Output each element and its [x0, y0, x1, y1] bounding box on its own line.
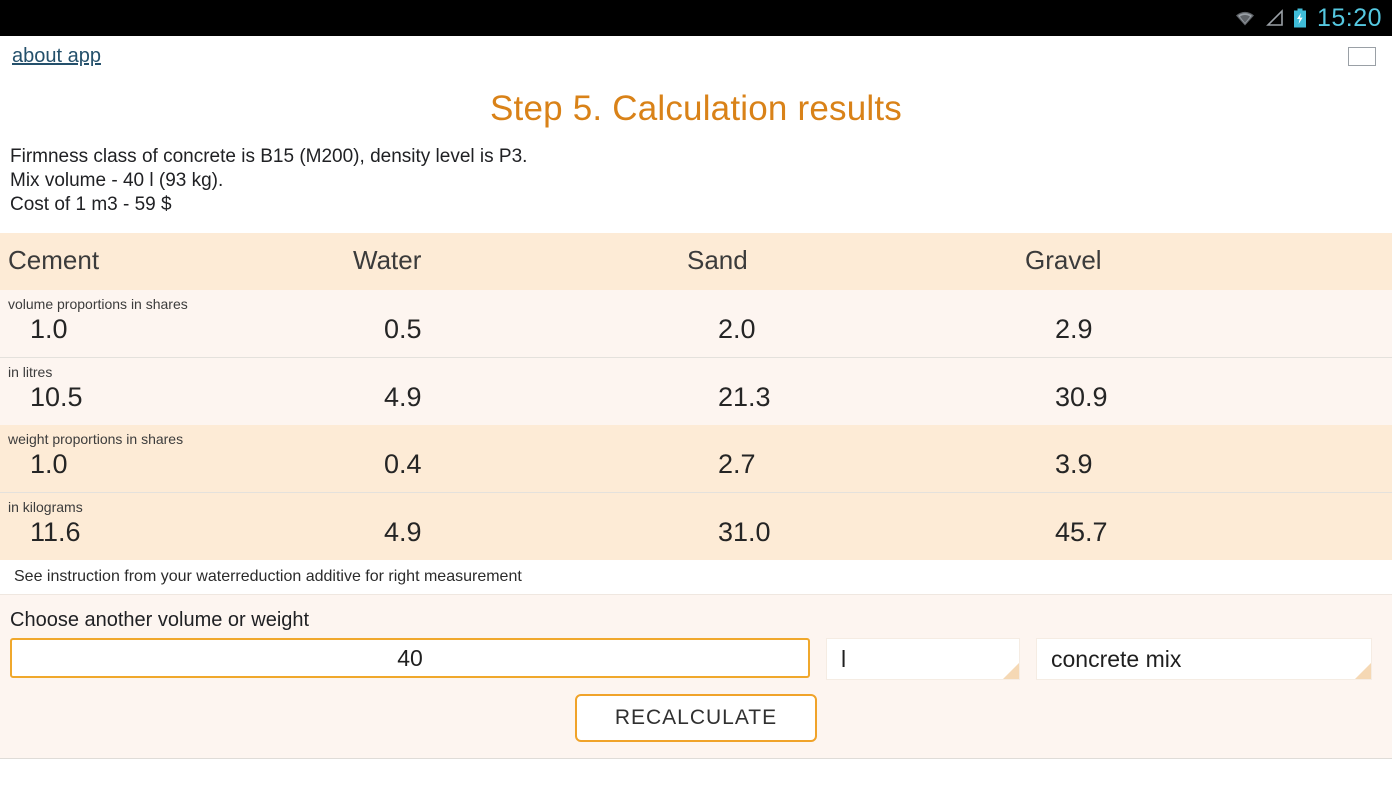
cell-gravel: 45.7 — [1055, 517, 1108, 547]
cell-water: 0.5 — [384, 314, 422, 344]
bottom-filler — [0, 759, 1392, 773]
row-label: in kilograms — [8, 499, 83, 515]
android-status-bar: 15:20 — [0, 0, 1392, 36]
row-values: 1.0 0.4 2.7 3.9 — [0, 449, 1392, 492]
page-title: Step 5. Calculation results — [489, 89, 902, 128]
results-table: Cement Water Sand Gravel volume proporti… — [0, 233, 1392, 560]
cell-water: 4.9 — [384, 517, 422, 547]
amount-input[interactable]: 40 — [10, 638, 810, 678]
table-row: in kilograms 11.6 4.9 31.0 45.7 — [0, 492, 1392, 560]
russia-flag-icon[interactable] — [1348, 46, 1376, 66]
table-row: weight proportions in shares 1.0 0.4 2.7… — [0, 425, 1392, 492]
form-label: Choose another volume or weight — [10, 609, 310, 631]
column-header-sand: Sand — [687, 245, 748, 275]
signal-icon — [1265, 9, 1285, 27]
row-values: 11.6 4.9 31.0 45.7 — [0, 517, 1392, 560]
summary-line-volume: Mix volume - 40 l (93 kg). — [10, 170, 224, 191]
material-select[interactable]: concrete mix — [1036, 638, 1372, 680]
recalculate-button[interactable]: RECALCULATE — [575, 694, 817, 742]
battery-charging-icon — [1293, 8, 1307, 28]
status-clock: 15:20 — [1316, 3, 1382, 32]
table-row: in litres 10.5 4.9 21.3 30.9 — [0, 357, 1392, 425]
cell-cement: 1.0 — [30, 314, 68, 344]
wifi-icon — [1233, 9, 1257, 27]
column-header-water: Water — [353, 245, 422, 275]
row-values: 1.0 0.5 2.0 2.9 — [0, 314, 1392, 357]
cell-sand: 31.0 — [718, 517, 771, 547]
form-inputs-row: 40 l concrete mix — [0, 638, 1392, 680]
cell-cement: 1.0 — [30, 449, 68, 479]
column-header-gravel: Gravel — [1025, 245, 1102, 275]
cell-sand: 2.7 — [718, 449, 756, 479]
summary-line-firmness: Firmness class of concrete is B15 (M200)… — [10, 146, 528, 167]
cell-water: 0.4 — [384, 449, 422, 479]
top-bar: about app — [0, 36, 1392, 76]
cell-sand: 2.0 — [718, 314, 756, 344]
summary-line-cost: Cost of 1 m3 - 59 $ — [10, 194, 172, 215]
recalculate-form: Choose another volume or weight 40 l con… — [0, 594, 1392, 759]
cell-cement: 10.5 — [30, 382, 83, 412]
row-label: weight proportions in shares — [8, 431, 184, 447]
cell-gravel: 30.9 — [1055, 382, 1108, 412]
row-label: volume proportions in shares — [8, 296, 188, 312]
button-row: RECALCULATE — [0, 680, 1392, 742]
cell-sand: 21.3 — [718, 382, 771, 412]
table-row: volume proportions in shares 1.0 0.5 2.0… — [0, 290, 1392, 357]
cell-cement: 11.6 — [30, 517, 81, 547]
row-label: in litres — [8, 364, 53, 380]
column-header-cement: Cement — [8, 245, 100, 275]
cell-water: 4.9 — [384, 382, 422, 412]
cell-gravel: 3.9 — [1055, 449, 1093, 479]
additive-note: See instruction from your waterreduction… — [0, 560, 1392, 594]
cell-gravel: 2.9 — [1055, 314, 1093, 344]
about-app-link[interactable]: about app — [12, 45, 101, 68]
row-values: 10.5 4.9 21.3 30.9 — [0, 382, 1392, 425]
calculation-summary: Firmness class of concrete is B15 (M200)… — [0, 135, 1392, 217]
table-header-row: Cement Water Sand Gravel — [0, 233, 1392, 290]
unit-select[interactable]: l — [826, 638, 1020, 680]
status-icons — [1233, 8, 1307, 28]
